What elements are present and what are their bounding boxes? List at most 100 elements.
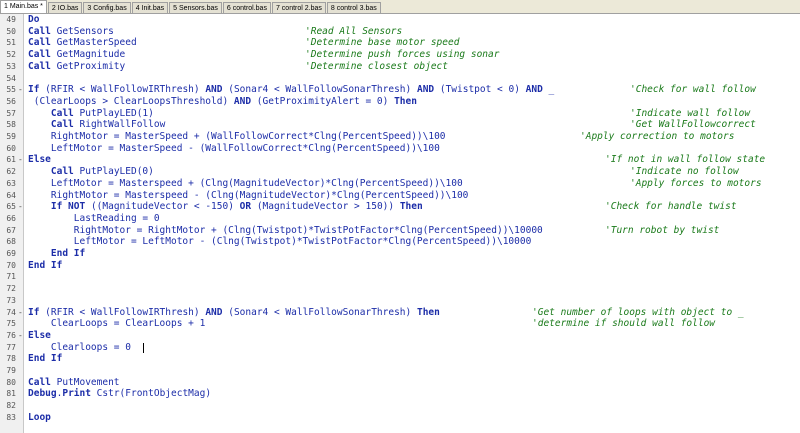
code-text: RightMotor = MasterSpeed + (WallFollowCo…	[28, 131, 446, 142]
code-line[interactable]: 75 ClearLoops = ClearLoops + 1 'determine…	[0, 318, 800, 329]
code-token: RightMotor = Masterspeed - (Clng(Magnitu…	[28, 189, 469, 201]
code-text: Call RightWallFollow	[28, 119, 165, 130]
file-tab-2[interactable]: 2 IO.bas	[47, 2, 83, 13]
code-line[interactable]: 55- If (RFIR < WallFollowIRThresh) AND (S…	[0, 84, 800, 95]
line-number: 73	[6, 295, 16, 305]
code-token: LeftMotor = LeftMotor - (Clng(Twistpot)*…	[28, 236, 532, 248]
code-line[interactable]: 77 Clearloops = 0	[0, 342, 800, 353]
line-number: 51	[6, 38, 16, 48]
code-line[interactable]: 60 LeftMotor = MasterSpeed - (WallFollow…	[0, 143, 800, 154]
fold-toggle-icon[interactable]: -	[18, 201, 23, 212]
line-number: 77	[6, 342, 16, 352]
file-tab-4[interactable]: 4 Init.bas	[131, 2, 169, 13]
code-line[interactable]: 71	[0, 271, 800, 282]
keyword: Then	[394, 95, 417, 107]
code-line[interactable]: 51 Call GetMasterSpeed 'Determine base mot…	[0, 37, 800, 48]
code-comment: 'Get number of loops with object to _	[532, 306, 744, 318]
line-number: 81	[6, 389, 16, 399]
fold-toggle-icon[interactable]: -	[18, 307, 23, 318]
code-line[interactable]: 54	[0, 73, 800, 84]
code-line[interactable]: 82	[0, 400, 800, 411]
code-token: ClearLoops = ClearLoops + 1	[28, 318, 206, 330]
code-line[interactable]: 53 Call GetProximity 'Determine closest ob…	[0, 61, 800, 72]
code-text: End If	[28, 260, 62, 271]
code-line[interactable]: 58 Call RightWallFollow 'Get WallFollowco…	[0, 119, 800, 130]
code-comment: 'Determine push forces using sonar	[305, 49, 500, 61]
code-line[interactable]: 61- Else 'If not in wall follow state	[0, 154, 800, 165]
code-token: LeftMotor = MasterSpeed - (WallFollowCor…	[28, 142, 440, 154]
code-token: Cstr(FrontObjectMag)	[90, 388, 212, 400]
code-token: LastReading = 0	[28, 212, 160, 224]
code-token: (RFIR < WallFollowIRThresh)	[39, 84, 206, 96]
file-tab-5[interactable]: 5 Sensors.bas	[169, 2, 222, 13]
fold-toggle-icon[interactable]: -	[18, 84, 23, 95]
code-line[interactable]: 72	[0, 283, 800, 294]
file-tab-6[interactable]: 6 control.bas	[222, 2, 271, 13]
line-number: 58	[6, 120, 16, 130]
code-text: Call PutPlayLED(1)	[28, 108, 154, 119]
code-line[interactable]: 62 Call PutPlayLED(0) 'Indicate no follow	[0, 166, 800, 177]
keyword: AND	[416, 84, 435, 96]
keyword: If	[28, 84, 40, 96]
code-editor[interactable]: 49 Do 50 Call GetSensors 'Read All Sensors 51…	[0, 14, 800, 433]
code-line[interactable]: 65- If NOT ((MagnitudeVector < -150) OR …	[0, 201, 800, 212]
code-token: PutMovement	[50, 376, 120, 388]
code-line[interactable]: 80 Call PutMovement	[0, 377, 800, 388]
code-line[interactable]: 56 (ClearLoops > ClearLoopsThreshold) AN…	[0, 96, 800, 107]
code-line[interactable]: 68 LeftMotor = LeftMotor - (Clng(Twistpo…	[0, 236, 800, 247]
line-number: 60	[6, 143, 16, 153]
file-tab-3[interactable]: 3 Config.bas	[83, 2, 131, 13]
code-line[interactable]: 83 Loop	[0, 412, 800, 423]
code-line[interactable]: 59 RightMotor = MasterSpeed + (WallFollo…	[0, 131, 800, 142]
file-tab-1[interactable]: 1 Main.bas *	[0, 0, 47, 13]
code-line[interactable]: 64 RightMotor = Masterspeed - (Clng(Magn…	[0, 190, 800, 201]
code-line[interactable]: 70 End If	[0, 260, 800, 271]
code-token: (GetProximityAlert = 0)	[251, 95, 395, 107]
code-text: End If	[28, 353, 62, 364]
code-line[interactable]: 66 LastReading = 0	[0, 213, 800, 224]
line-number: 56	[6, 96, 16, 106]
code-token: RightMotor = MasterSpeed + (WallFollowCo…	[28, 131, 446, 142]
keyword: Loop	[28, 411, 51, 423]
code-line[interactable]: 67 RightMotor = RightMotor + (Clng(Twist…	[0, 225, 800, 236]
code-line[interactable]: 79	[0, 365, 800, 376]
code-line[interactable]: 74- If (RFIR < WallFollowIRThresh) AND (S…	[0, 307, 800, 318]
line-number: 67	[6, 225, 16, 235]
fold-toggle-icon[interactable]: -	[18, 154, 23, 165]
code-line[interactable]: 57 Call PutPlayLED(1) 'Indicate wall foll…	[0, 108, 800, 119]
code-line[interactable]: 52 Call GetMagnitude 'Determine push force…	[0, 49, 800, 60]
keyword: Then	[399, 201, 423, 213]
line-number: 72	[6, 284, 16, 294]
code-line[interactable]: 73	[0, 295, 800, 306]
code-text: Call GetMagnitude	[28, 49, 125, 60]
keyword: AND	[205, 84, 223, 96]
code-line[interactable]: 76- Else	[0, 330, 800, 341]
code-line[interactable]: 63 LeftMotor = Masterspeed + (Clng(Magni…	[0, 178, 800, 189]
keyword: OR	[239, 201, 252, 213]
line-number: 52	[6, 50, 16, 60]
line-number: 59	[6, 132, 16, 141]
code-line[interactable]: 50 Call GetSensors 'Read All Sensors	[0, 26, 800, 37]
keyword: Debug	[28, 388, 57, 400]
keyword: Call	[28, 25, 51, 37]
code-text: Do	[28, 14, 39, 25]
code-token: RightWallFollow	[73, 119, 166, 131]
file-tab-8[interactable]: 8 control 3.bas	[326, 2, 381, 13]
keyword: Then	[416, 306, 440, 318]
code-text: Call GetProximity	[28, 61, 125, 72]
code-line[interactable]: 81 Debug.Print Cstr(FrontObjectMag)	[0, 388, 800, 399]
file-tab-7[interactable]: 7 control 2.bas	[271, 2, 326, 13]
fold-toggle-icon[interactable]: -	[18, 330, 23, 341]
keyword: Call	[28, 60, 51, 72]
line-number: 63	[6, 178, 16, 188]
code-line[interactable]: 49 Do	[0, 14, 800, 25]
line-number: 57	[6, 108, 16, 118]
code-line[interactable]: 69 End If	[0, 248, 800, 259]
code-comment: 'Determine closest object	[305, 60, 448, 72]
line-number: 64	[6, 190, 16, 200]
line-number: 49	[6, 15, 16, 24]
code-token: PutPlayLED(0)	[73, 166, 154, 178]
code-line[interactable]: 78 End If	[0, 353, 800, 364]
